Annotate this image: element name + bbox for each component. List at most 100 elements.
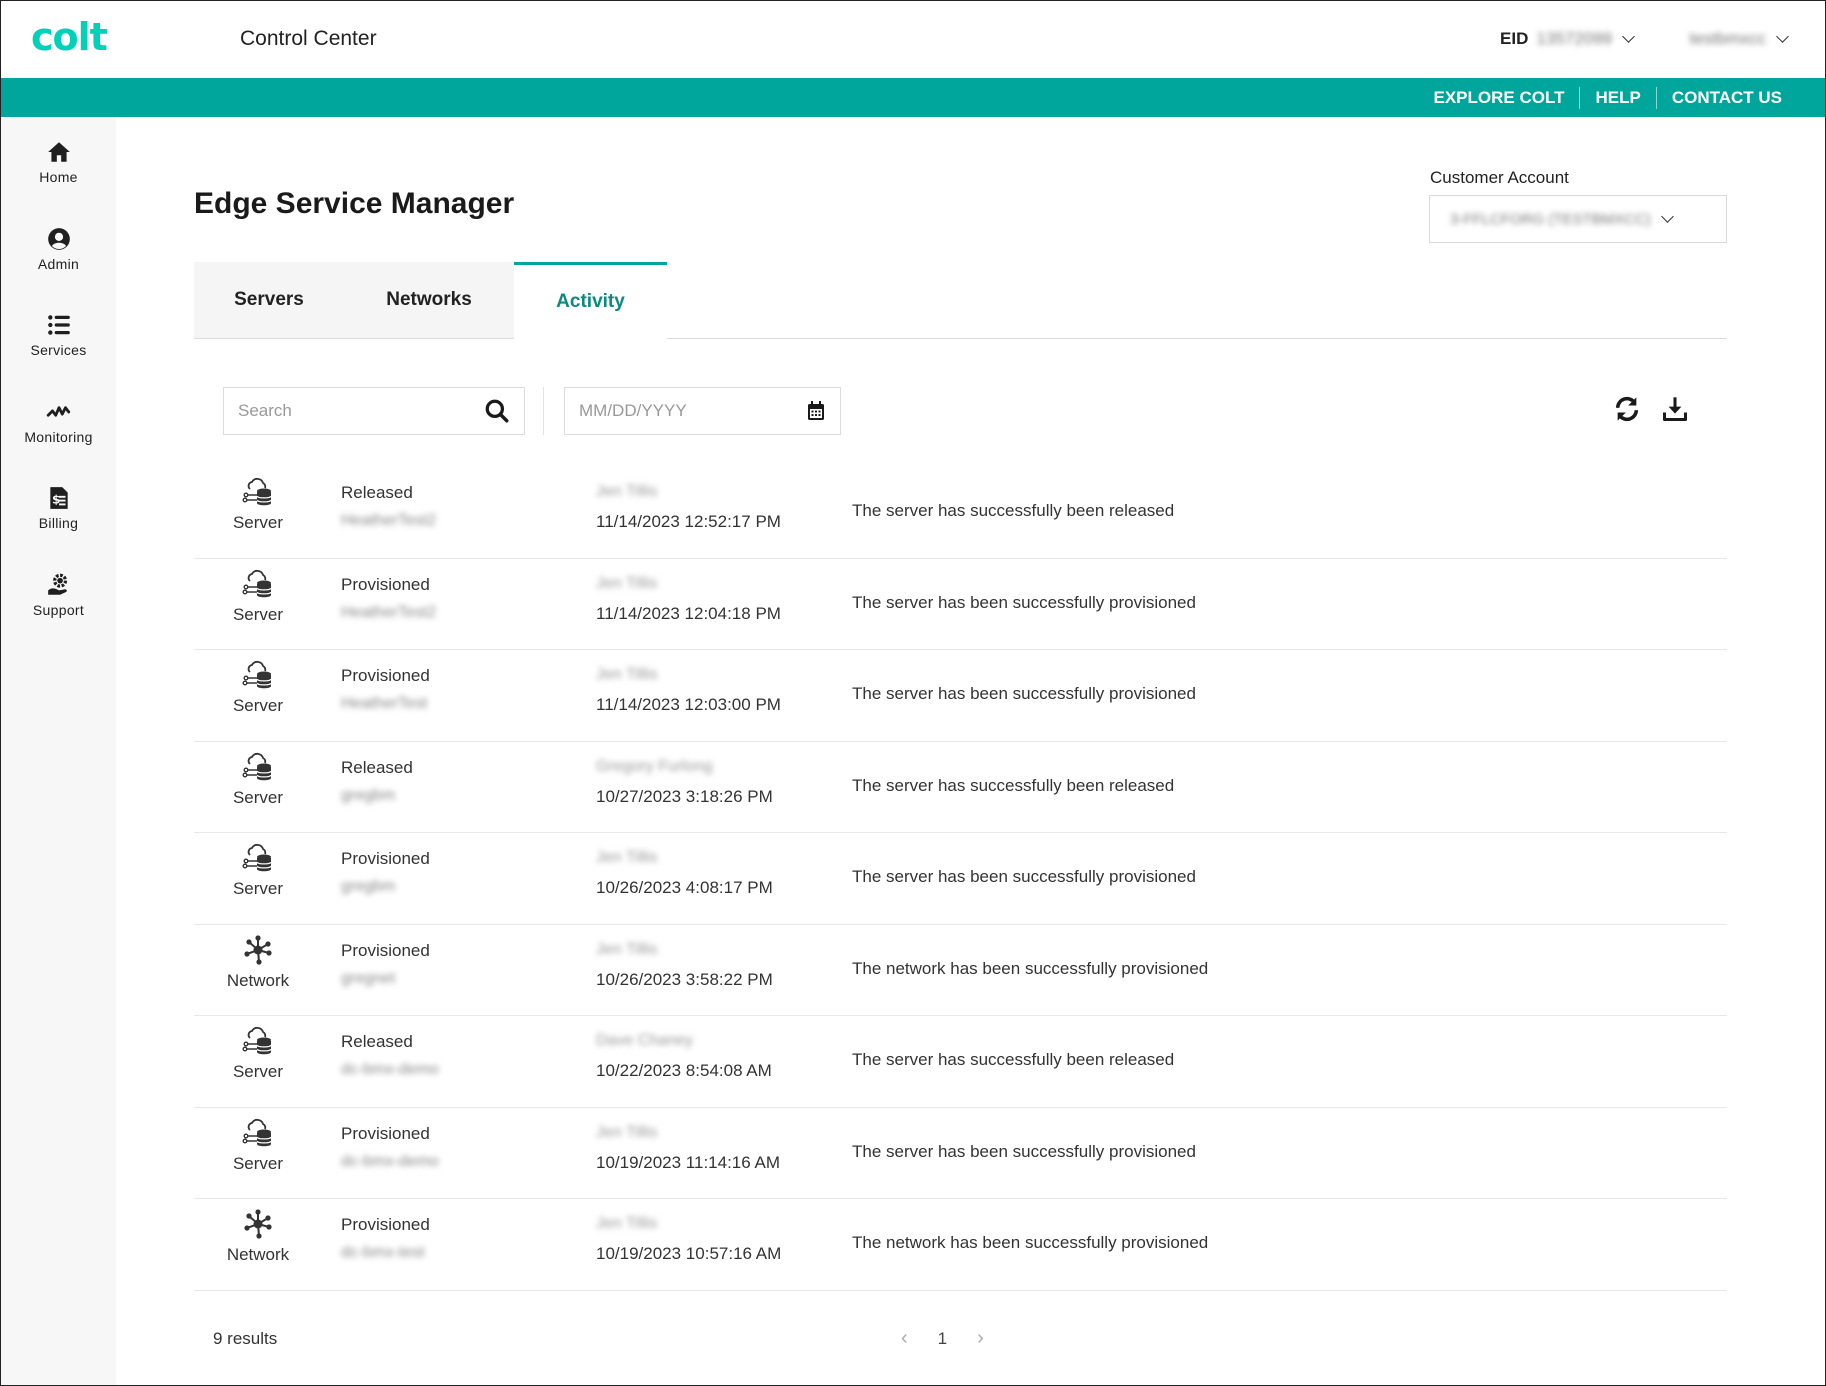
activity-row[interactable]: Server Provisioned HeatherTest2 Jen Tillis 1… [194, 559, 1727, 650]
tab-bar: Servers Networks Activity [194, 262, 1727, 339]
type-label: Server [232, 604, 284, 624]
activity-row[interactable]: Server Provisioned dc-bmx-demo Jen Tillis 10… [194, 1108, 1727, 1199]
activity-row[interactable]: Server Released dc-bmx-demo Dave Chaney 10/2… [194, 1016, 1727, 1108]
help-link[interactable]: HELP [1579, 86, 1655, 109]
user-name: Jen Tillis [596, 1215, 658, 1232]
type-cell: Server [194, 750, 322, 808]
activity-row[interactable]: Server Released gregbm Gregory Furlong 10/27… [194, 742, 1727, 833]
timestamp: 10/22/2023 8:54:08 AM [596, 1061, 772, 1080]
chevron-down-icon [1776, 30, 1789, 43]
type-label: Server [232, 1062, 284, 1081]
status-text: Provisioned [341, 940, 430, 960]
tab-servers[interactable]: Servers [194, 262, 344, 338]
tab-networks[interactable]: Networks [344, 262, 514, 338]
type-cell: Server [194, 475, 322, 533]
type-label: Network [226, 1245, 290, 1264]
customer-account-label: Customer Account [1430, 168, 1569, 187]
activity-message: The server has been successfully provisi… [852, 867, 1196, 886]
sidebar-item-admin[interactable]: Admin [1, 204, 116, 291]
type-cell: Server [194, 841, 322, 899]
timestamp: 10/19/2023 11:14:16 AM [596, 1152, 781, 1172]
sidebar-item-label: Billing [38, 515, 79, 531]
resource-name: HeatherTest [341, 695, 428, 712]
activity-message: The network has been successfully provis… [852, 958, 1209, 978]
type-cell: Network [194, 1207, 322, 1265]
timestamp: 10/26/2023 4:08:17 PM [596, 878, 773, 897]
server-cloud-icon [242, 1118, 272, 1146]
date-field[interactable] [564, 387, 841, 435]
page-number[interactable]: 1 [938, 1329, 947, 1349]
top-header: colt Control Center EID 13572099 testbmx… [1, 1, 1825, 78]
calendar-icon[interactable] [806, 400, 826, 422]
user-name: Gregory Furlong [596, 757, 713, 775]
refresh-icon[interactable] [1613, 395, 1641, 423]
server-cloud-icon [242, 569, 272, 597]
date-input[interactable] [579, 401, 779, 421]
colt-logo[interactable]: colt [31, 15, 108, 59]
activity-message: The server has successfully been release… [852, 775, 1175, 795]
customer-account-select[interactable]: 3-FFLCFORG (TESTBMXCC) [1429, 195, 1727, 243]
eid-value: 13572099 [1536, 29, 1612, 48]
resource-name: gregbm [341, 878, 396, 895]
timestamp: 11/14/2023 12:04:18 PM [596, 603, 781, 623]
utility-bar: EXPLORE COLT HELP CONTACT US [1, 78, 1825, 117]
download-icon[interactable] [1661, 395, 1689, 423]
user-circle-icon [47, 227, 70, 250]
resource-name: HeatherTest2 [341, 512, 437, 529]
status-text: Provisioned [341, 849, 430, 868]
tab-activity[interactable]: Activity [514, 262, 667, 339]
sidebar: Home Admin Services Monitoring $ Billing… [1, 117, 116, 1385]
sidebar-item-support[interactable]: Support [1, 550, 116, 637]
status-text: Released [341, 483, 413, 502]
user-name: Jen Tillis [596, 483, 658, 500]
activity-message: The server has successfully been release… [852, 501, 1175, 520]
resource-name: dc-bmx-demo [341, 1061, 439, 1078]
contact-us-link[interactable]: CONTACT US [1655, 86, 1797, 109]
home-icon [47, 142, 70, 162]
sidebar-item-label: Monitoring [24, 428, 93, 445]
chevron-down-icon [1622, 30, 1635, 43]
resource-name: gregnet [341, 969, 396, 987]
sidebar-item-services[interactable]: Services [1, 290, 116, 377]
type-label: Server [232, 1153, 284, 1173]
resource-name: HeatherTest2 [341, 603, 437, 621]
server-cloud-icon [242, 660, 272, 689]
sidebar-item-monitoring[interactable]: Monitoring [1, 377, 116, 464]
explore-colt-link[interactable]: EXPLORE COLT [1418, 87, 1579, 109]
timestamp: 10/26/2023 3:58:22 PM [596, 969, 773, 989]
type-label: Server [232, 787, 284, 807]
eid-selector[interactable]: EID 13572099 [1500, 29, 1635, 49]
type-label: Network [226, 970, 290, 990]
activity-row[interactable]: Server Released HeatherTest2 Jen Tillis 11/1… [194, 467, 1727, 559]
type-label: Server [232, 696, 284, 715]
user-name: Jen Tillis [596, 849, 658, 866]
user-name: testbmxcc [1689, 29, 1766, 48]
activity-row[interactable]: Server Provisioned gregbm Jen Tillis 10/26/2… [194, 833, 1727, 925]
next-page-button[interactable]: › [977, 1327, 984, 1350]
user-menu[interactable]: testbmxcc [1689, 29, 1789, 49]
activity-row[interactable]: Network Provisioned gregnet Jen Tillis 10/26… [194, 925, 1727, 1016]
sidebar-item-home[interactable]: Home [1, 117, 116, 204]
user-name: Dave Chaney [596, 1032, 693, 1049]
status-text: Provisioned [341, 666, 430, 685]
results-count: 9 results [213, 1329, 278, 1348]
timestamp: 11/14/2023 12:52:17 PM [596, 512, 781, 531]
search-icon[interactable] [484, 398, 510, 424]
hand-gear-icon [47, 573, 67, 595]
activity-row[interactable]: Server Provisioned HeatherTest Jen Tillis 11… [194, 650, 1727, 742]
sidebar-item-billing[interactable]: $ Billing [1, 463, 116, 550]
activity-list: Server Released HeatherTest2 Jen Tillis 11/1… [194, 467, 1727, 1291]
list-icon [47, 315, 70, 335]
prev-page-button[interactable]: ‹ [901, 1327, 908, 1350]
filter-divider [543, 387, 544, 435]
server-cloud-icon [242, 843, 272, 872]
page-title: Edge Service Manager [194, 187, 515, 220]
search-field[interactable] [223, 387, 525, 435]
activity-row[interactable]: Network Provisioned dc-bmx-test Jen Tillis 1… [194, 1199, 1727, 1291]
search-input[interactable] [238, 401, 438, 421]
app-title: Control Center [240, 27, 377, 50]
activity-message: The server has been successfully provisi… [852, 684, 1196, 703]
timestamp: 10/27/2023 3:18:26 PM [596, 786, 773, 806]
type-label: Server [232, 879, 284, 898]
user-name: Jen Tillis [596, 1123, 658, 1141]
